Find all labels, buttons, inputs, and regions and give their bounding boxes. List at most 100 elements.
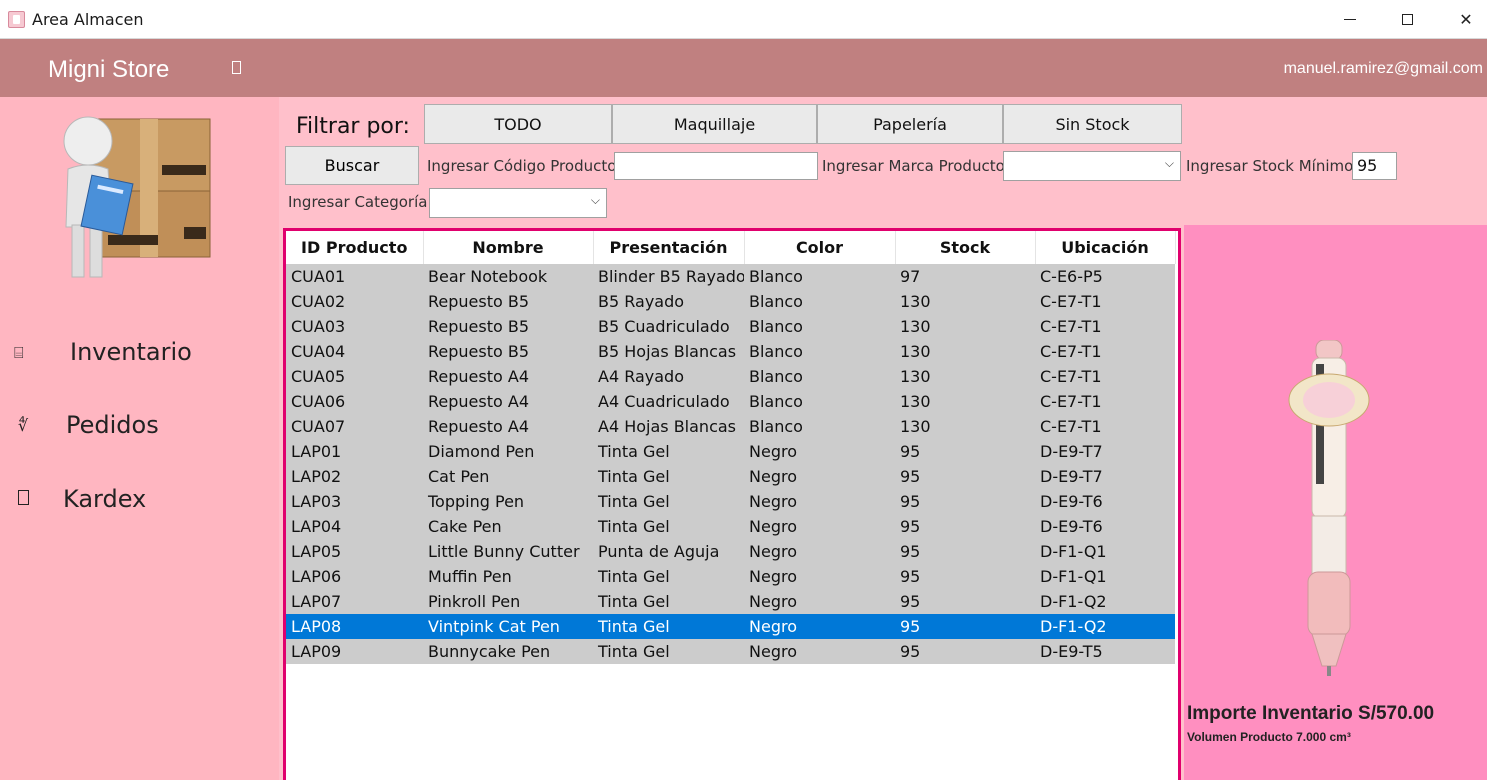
cell-nombre[interactable]: Topping Pen: [423, 489, 593, 514]
cell-presentacion[interactable]: B5 Rayado: [593, 289, 744, 314]
cell-id[interactable]: CUA05: [286, 364, 423, 389]
cell-id[interactable]: LAP01: [286, 439, 423, 464]
cell-ubicacion[interactable]: C-E6-P5: [1035, 264, 1175, 289]
table-row[interactable]: CUA01 Bear Notebook Blinder B5 Rayado Blanc…: [286, 264, 1175, 289]
cell-nombre[interactable]: Repuesto B5: [423, 289, 593, 314]
marca-select[interactable]: ⌵: [1003, 151, 1181, 181]
column-header-nombre[interactable]: Nombre: [423, 231, 594, 264]
search-button[interactable]: Buscar: [285, 146, 419, 185]
table-row[interactable]: LAP04 Cake Pen Tinta Gel Negro 95 D-E9-T6: [286, 514, 1175, 539]
sidebar-item-inventario[interactable]: ⌸ Inventario: [0, 333, 279, 373]
cell-color[interactable]: Negro: [744, 514, 895, 539]
cell-presentacion[interactable]: Tinta Gel: [593, 589, 744, 614]
cell-stock[interactable]: 95: [895, 639, 1035, 664]
cell-ubicacion[interactable]: C-E7-T1: [1035, 314, 1175, 339]
column-header-stock[interactable]: Stock: [895, 231, 1036, 264]
column-header-color[interactable]: Color: [744, 231, 896, 264]
filter-todo-button[interactable]: TODO: [424, 104, 612, 144]
minimize-button[interactable]: [1321, 0, 1379, 39]
cell-presentacion[interactable]: Tinta Gel: [593, 614, 744, 639]
table-row[interactable]: CUA05 Repuesto A4 A4 Rayado Blanco 130 C-E7-T…: [286, 364, 1175, 389]
cell-color[interactable]: Negro: [744, 589, 895, 614]
cell-nombre[interactable]: Repuesto B5: [423, 314, 593, 339]
cell-ubicacion[interactable]: D-F1-Q2: [1035, 589, 1175, 614]
cell-color[interactable]: Negro: [744, 564, 895, 589]
cell-id[interactable]: LAP04: [286, 514, 423, 539]
table-row[interactable]: LAP03 Topping Pen Tinta Gel Negro 95 D-E9-T6: [286, 489, 1175, 514]
codigo-input[interactable]: [614, 152, 818, 180]
cell-color[interactable]: Negro: [744, 439, 895, 464]
cell-presentacion[interactable]: B5 Hojas Blancas: [593, 339, 744, 364]
cell-stock[interactable]: 95: [895, 464, 1035, 489]
cell-ubicacion[interactable]: C-E7-T1: [1035, 364, 1175, 389]
cell-nombre[interactable]: Bear Notebook: [423, 264, 593, 289]
column-header-id[interactable]: ID Producto: [286, 231, 424, 264]
filter-maquillaje-button[interactable]: Maquillaje: [612, 104, 817, 144]
cell-stock[interactable]: 97: [895, 264, 1035, 289]
cell-id[interactable]: LAP02: [286, 464, 423, 489]
cell-nombre[interactable]: Repuesto A4: [423, 414, 593, 439]
cell-nombre[interactable]: Repuesto B5: [423, 339, 593, 364]
cell-nombre[interactable]: Muffin Pen: [423, 564, 593, 589]
cell-nombre[interactable]: Vintpink Cat Pen: [423, 614, 593, 639]
cell-color[interactable]: Negro: [744, 464, 895, 489]
table-row[interactable]: LAP02 Cat Pen Tinta Gel Negro 95 D-E9-T7: [286, 464, 1175, 489]
cell-color[interactable]: Negro: [744, 489, 895, 514]
cell-color[interactable]: Blanco: [744, 289, 895, 314]
cell-ubicacion[interactable]: D-E9-T7: [1035, 439, 1175, 464]
cell-id[interactable]: LAP09: [286, 639, 423, 664]
cell-stock[interactable]: 95: [895, 539, 1035, 564]
categoria-select[interactable]: ⌵: [429, 188, 607, 218]
cell-presentacion[interactable]: Tinta Gel: [593, 514, 744, 539]
cell-presentacion[interactable]: Tinta Gel: [593, 464, 744, 489]
filter-sin-stock-button[interactable]: Sin Stock: [1003, 104, 1182, 144]
cell-color[interactable]: Blanco: [744, 314, 895, 339]
cell-stock[interactable]: 130: [895, 389, 1035, 414]
cell-id[interactable]: LAP08: [286, 614, 423, 639]
cell-id[interactable]: LAP07: [286, 589, 423, 614]
cell-ubicacion[interactable]: D-E9-T5: [1035, 639, 1175, 664]
cell-nombre[interactable]: Cake Pen: [423, 514, 593, 539]
cell-stock[interactable]: 130: [895, 414, 1035, 439]
cell-nombre[interactable]: Cat Pen: [423, 464, 593, 489]
table-row[interactable]: LAP05 Little Bunny Cutter Punta de Aguja Ne…: [286, 539, 1175, 564]
table-row[interactable]: LAP06 Muffin Pen Tinta Gel Negro 95 D-F1-Q1: [286, 564, 1175, 589]
cell-ubicacion[interactable]: C-E7-T1: [1035, 289, 1175, 314]
cell-ubicacion[interactable]: D-F1-Q1: [1035, 539, 1175, 564]
stock-min-input[interactable]: 95: [1352, 152, 1397, 180]
maximize-button[interactable]: [1378, 0, 1436, 39]
cell-stock[interactable]: 95: [895, 439, 1035, 464]
cell-presentacion[interactable]: A4 Rayado: [593, 364, 744, 389]
cell-ubicacion[interactable]: D-E9-T6: [1035, 489, 1175, 514]
cell-ubicacion[interactable]: D-F1-Q2: [1035, 614, 1175, 639]
cell-id[interactable]: LAP03: [286, 489, 423, 514]
products-table[interactable]: ID Producto Nombre Presentación Color St…: [283, 228, 1181, 780]
table-row[interactable]: CUA06 Repuesto A4 A4 Cuadriculado Blanco 130…: [286, 389, 1175, 414]
table-row[interactable]: CUA03 Repuesto B5 B5 Cuadriculado Blanco 130…: [286, 314, 1175, 339]
table-row[interactable]: LAP07 Pinkroll Pen Tinta Gel Negro 95 D-F1-Q2: [286, 589, 1175, 614]
cell-ubicacion[interactable]: D-E9-T6: [1035, 514, 1175, 539]
cell-presentacion[interactable]: Blinder B5 Rayado: [593, 264, 744, 289]
cell-color[interactable]: Negro: [744, 639, 895, 664]
cell-presentacion[interactable]: Tinta Gel: [593, 564, 744, 589]
cell-color[interactable]: Negro: [744, 539, 895, 564]
table-row[interactable]: LAP01 Diamond Pen Tinta Gel Negro 95 D-E9-T7: [286, 439, 1175, 464]
table-row[interactable]: LAP09 Bunnycake Pen Tinta Gel Negro 95 D-E9-T…: [286, 639, 1175, 664]
cell-id[interactable]: LAP05: [286, 539, 423, 564]
cell-color[interactable]: Blanco: [744, 414, 895, 439]
table-row[interactable]: LAP08 Vintpink Cat Pen Tinta Gel Negro 95 D-F…: [286, 614, 1175, 639]
filter-papeleria-button[interactable]: Papelería: [817, 104, 1003, 144]
cell-nombre[interactable]: Repuesto A4: [423, 389, 593, 414]
cell-color[interactable]: Blanco: [744, 364, 895, 389]
cell-presentacion[interactable]: Tinta Gel: [593, 439, 744, 464]
cell-presentacion[interactable]: Tinta Gel: [593, 489, 744, 514]
table-row[interactable]: CUA04 Repuesto B5 B5 Hojas Blancas Blanco 13…: [286, 339, 1175, 364]
column-header-presentacion[interactable]: Presentación: [593, 231, 745, 264]
cell-id[interactable]: LAP06: [286, 564, 423, 589]
table-row[interactable]: CUA02 Repuesto B5 B5 Rayado Blanco 130 C-E7-T…: [286, 289, 1175, 314]
cell-presentacion[interactable]: A4 Cuadriculado: [593, 389, 744, 414]
close-button[interactable]: ✕: [1437, 0, 1487, 39]
cell-nombre[interactable]: Little Bunny Cutter: [423, 539, 593, 564]
cell-ubicacion[interactable]: C-E7-T1: [1035, 389, 1175, 414]
cell-nombre[interactable]: Diamond Pen: [423, 439, 593, 464]
